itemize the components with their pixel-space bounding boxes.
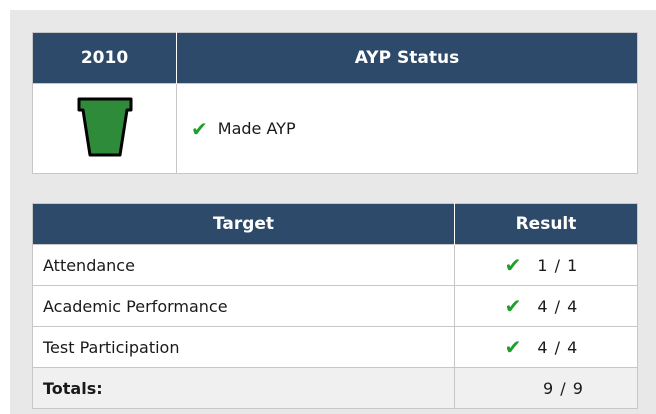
- result-value: 4 / 4: [537, 337, 579, 357]
- totals-row: Totals: 9 / 9: [32, 367, 638, 409]
- check-icon: ✔: [504, 335, 522, 359]
- totals-value: 9 / 9: [543, 379, 584, 398]
- target-name: Academic Performance: [32, 285, 455, 327]
- page-background: 2010 AYP Status ✔ Made AYP Target Result…: [10, 10, 656, 414]
- ayp-status-table: 2010 AYP Status ✔ Made AYP: [32, 32, 638, 174]
- ayp-status-text: Made AYP: [217, 119, 296, 138]
- keystone-cell: [32, 83, 177, 174]
- target-name: Attendance: [32, 244, 455, 286]
- result-header: Result: [454, 203, 638, 245]
- ayp-target-table: Target Result Attendance ✔ 1 / 1 Academic…: [32, 203, 638, 409]
- keystone-icon: [77, 97, 133, 162]
- target-header: Target: [32, 203, 455, 245]
- ayp-status-header: AYP Status: [176, 32, 638, 84]
- status-row: ✔ Made AYP: [32, 83, 638, 174]
- result-cell: ✔ 1 / 1: [454, 244, 638, 286]
- target-header-row: Target Result: [32, 203, 638, 245]
- table-row: Academic Performance ✔ 4 / 4: [32, 285, 638, 327]
- result-cell: ✔ 4 / 4: [454, 326, 638, 368]
- result-cell: ✔ 4 / 4: [454, 285, 638, 327]
- year-header: 2010: [32, 32, 177, 84]
- result-value: 4 / 4: [537, 296, 579, 316]
- table-row: Test Participation ✔ 4 / 4: [32, 326, 638, 368]
- totals-cell: 9 / 9: [454, 367, 638, 409]
- target-name: Test Participation: [32, 326, 455, 368]
- ayp-status-cell: ✔ Made AYP: [176, 83, 638, 174]
- check-icon: ✔: [191, 116, 208, 141]
- result-value: 1 / 1: [537, 255, 579, 275]
- check-icon: ✔: [504, 294, 522, 318]
- check-icon: ✔: [504, 253, 522, 277]
- totals-label: Totals:: [32, 367, 455, 409]
- table-row: Attendance ✔ 1 / 1: [32, 244, 638, 286]
- status-header-row: 2010 AYP Status: [32, 32, 638, 84]
